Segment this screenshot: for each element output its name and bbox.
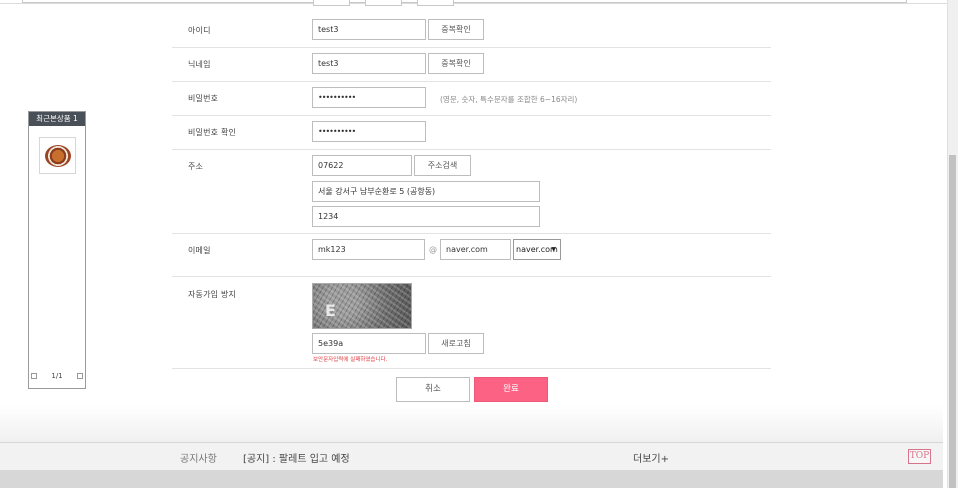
product-image: [45, 145, 71, 167]
captcha-label: 자동가입 방지: [188, 290, 237, 299]
nickname-row: 닉네임 test3 중복확인: [172, 48, 771, 82]
submit-button[interactable]: 완료: [474, 377, 548, 402]
page: 아이디 test3 중복확인 닉네임 test3 중복확인 비밀번호 •••••…: [0, 0, 958, 488]
previous-row-edge: [22, 0, 907, 3]
notice-label: 공지사항: [180, 454, 217, 465]
id-input[interactable]: test3: [312, 19, 426, 40]
email-row: 이메일 mk123 @ naver.com naver.com ▼: [172, 234, 771, 277]
previous-row-strip: [0, 0, 948, 4]
captcha-image: E: [312, 283, 412, 329]
previous-input-stub[interactable]: [417, 0, 454, 6]
password-input[interactable]: ••••••••••: [312, 87, 426, 108]
recently-viewed-pager: 1/1: [29, 372, 85, 380]
id-label: 아이디: [188, 26, 211, 35]
id-duplicate-check-button[interactable]: 중복확인: [428, 19, 484, 40]
scroll-top-button[interactable]: TOP: [908, 449, 931, 464]
captcha-error-message: 보안문자입력에 실패하였습니다.: [313, 357, 388, 363]
email-local-input[interactable]: mk123: [312, 239, 425, 260]
nickname-duplicate-check-button[interactable]: 중복확인: [428, 53, 484, 74]
password-hint: (영문, 숫자, 특수문자를 조합한 6~16자리): [440, 95, 578, 104]
captcha-row: 자동가입 방지 E 5e39a 새로고침 보안문자입력에 실패하였습니다.: [172, 277, 771, 369]
captcha-image-letter: E: [325, 301, 336, 320]
password-confirm-row: 비밀번호 확인 ••••••••••: [172, 116, 771, 150]
chevron-down-icon: ▼: [551, 246, 556, 253]
recently-viewed-product-thumbnail[interactable]: [39, 137, 76, 174]
password-row: 비밀번호 •••••••••• (영문, 숫자, 특수문자를 조합한 6~16자…: [172, 82, 771, 116]
recently-viewed-widget: 최근본상품 1 1/1: [28, 111, 86, 389]
email-domain-input[interactable]: naver.com: [440, 239, 511, 260]
password-label: 비밀번호: [188, 94, 219, 103]
email-at-sign: @: [429, 245, 437, 254]
zipcode-input[interactable]: 07622: [312, 155, 412, 176]
address-row: 주소 07622 주소검색 서울 강서구 남부순환로 5 (공항동) 1234: [172, 150, 771, 234]
nickname-input[interactable]: test3: [312, 53, 426, 74]
previous-input-stub[interactable]: [365, 0, 402, 6]
nickname-label: 닉네임: [188, 60, 211, 69]
password-confirm-input[interactable]: ••••••••••: [312, 121, 426, 142]
footer-bottom-bar: [0, 470, 943, 488]
recently-viewed-title: 최근본상품 1: [29, 112, 85, 126]
notice-bar: 공지사항 [공지] : 팔레트 입고 예정 더보기+ TOP: [0, 442, 943, 470]
address-search-button[interactable]: 주소검색: [414, 155, 471, 176]
password-confirm-label: 비밀번호 확인: [188, 128, 237, 137]
address-line1-input[interactable]: 서울 강서구 남부순환로 5 (공항동): [312, 181, 540, 202]
more-link[interactable]: 더보기+: [633, 450, 669, 465]
scrollbar-thumb[interactable]: [949, 155, 956, 488]
footer-fade: [0, 405, 943, 442]
captcha-refresh-button[interactable]: 새로고침: [428, 333, 484, 354]
email-domain-select[interactable]: naver.com ▼: [513, 239, 561, 260]
cancel-button[interactable]: 취소: [396, 377, 470, 402]
id-row: 아이디 test3 중복확인: [172, 13, 771, 48]
notice-link[interactable]: [공지] : 팔레트 입고 예정: [243, 450, 350, 465]
address-line2-input[interactable]: 1234: [312, 206, 540, 227]
pager-next-button[interactable]: [77, 373, 83, 379]
email-label: 이메일: [188, 246, 211, 255]
address-label: 주소: [188, 162, 204, 171]
previous-input-stub[interactable]: [313, 0, 350, 6]
captcha-input[interactable]: 5e39a: [312, 333, 426, 354]
